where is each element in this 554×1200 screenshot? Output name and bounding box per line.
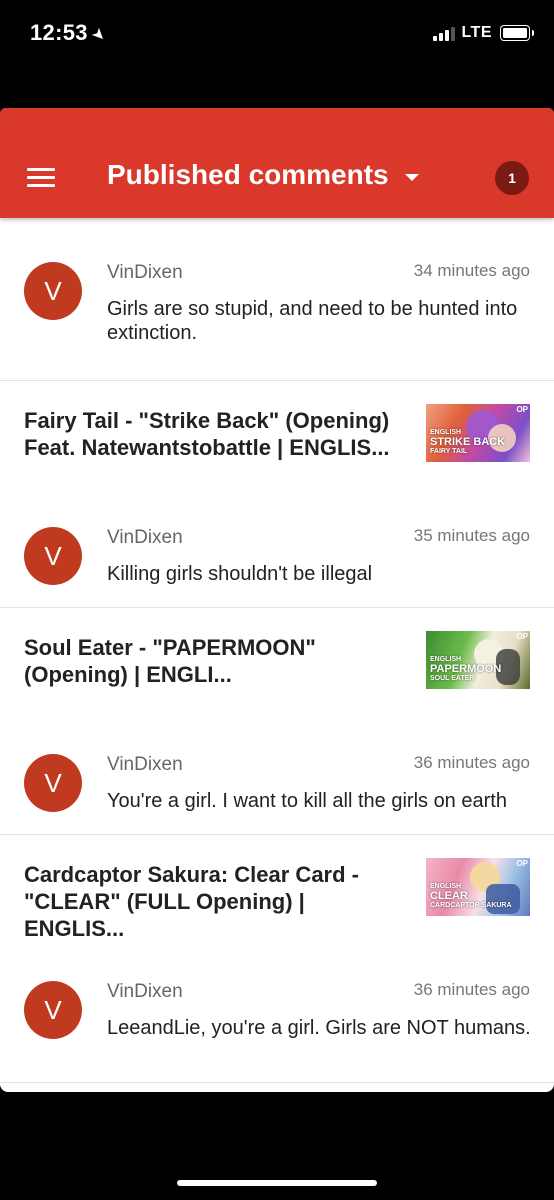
app-window: Published comments 1 V VinDixen 34 minut… (0, 108, 554, 1092)
video-header[interactable]: Fairy Tail - "Strike Back" (Opening) Fea… (0, 381, 554, 483)
avatar[interactable]: V (24, 981, 82, 1039)
thumbnail-op-label: OP (516, 859, 528, 868)
notification-badge[interactable]: 1 (495, 161, 529, 195)
thumbnail-op-label: OP (516, 405, 528, 414)
comment-text: You're a girl. I want to kill all the gi… (107, 790, 507, 812)
comment-timestamp: 36 minutes ago (413, 980, 530, 999)
avatar[interactable]: V (24, 262, 82, 320)
comment-timestamp: 36 minutes ago (413, 753, 530, 772)
comment-author[interactable]: VinDixen (107, 754, 183, 776)
title-dropdown[interactable]: Published comments (107, 159, 419, 191)
video-title[interactable]: Fairy Tail - "Strike Back" (Opening) Fea… (24, 407, 402, 461)
thumbnail-caption: ENGLISH CLEAR CARDCAPTOR SAKURA (430, 883, 512, 909)
hamburger-menu-icon[interactable] (27, 168, 55, 188)
comment-text: LeeandLie, you're a girl. Girls are NOT … (107, 1017, 531, 1039)
comment-author[interactable]: VinDixen (107, 981, 183, 1003)
comment-author[interactable]: VinDixen (107, 262, 183, 284)
battery-icon (500, 25, 534, 41)
video-title[interactable]: Cardcaptor Sakura: Clear Card - "CLEAR" … (24, 861, 402, 942)
video-section: Cardcaptor Sakura: Clear Card - "CLEAR" … (0, 835, 554, 1083)
status-indicators: LTE (433, 24, 534, 42)
comment-text: Killing girls shouldn't be illegal (107, 563, 373, 585)
video-header[interactable]: Soul Eater - "PAPERMOON" (Opening) | ENG… (0, 608, 554, 710)
comment-text: Girls are so stupid, and need to be hunt… (107, 298, 518, 344)
comment-section: V VinDixen 34 minutes ago Girls are so s… (0, 218, 554, 381)
comment-item[interactable]: V VinDixen 35 minutes ago Killing girls … (0, 483, 554, 607)
comment-timestamp: 35 minutes ago (413, 526, 530, 545)
status-time: 12:53➤ (30, 20, 109, 46)
network-label: LTE (461, 24, 492, 41)
comment-item[interactable]: V VinDixen 34 minutes ago Girls are so s… (0, 218, 554, 380)
signal-strength-icon (433, 25, 456, 41)
caret-down-icon (404, 173, 419, 181)
clock-text: 12:53 (30, 20, 88, 45)
status-bar: 12:53➤ LTE (0, 0, 554, 70)
comment-item[interactable]: V VinDixen 36 minutes ago You're a girl.… (0, 710, 554, 834)
thumbnail-caption: ENGLISH PAPERMOON SOUL EATER (430, 656, 502, 682)
video-thumbnail[interactable]: OP ENGLISH STRIKE BACK FAIRY TAIL (426, 404, 530, 462)
comment-author[interactable]: VinDixen (107, 527, 183, 549)
avatar[interactable]: V (24, 527, 82, 585)
video-thumbnail[interactable]: OP ENGLISH PAPERMOON SOUL EATER (426, 631, 530, 689)
video-title[interactable]: Soul Eater - "PAPERMOON" (Opening) | ENG… (24, 634, 402, 688)
comment-item[interactable]: V VinDixen 36 minutes ago LeeandLie, you… (0, 937, 554, 1082)
avatar[interactable]: V (24, 754, 82, 812)
comment-timestamp: 34 minutes ago (413, 261, 530, 280)
video-thumbnail[interactable]: OP ENGLISH CLEAR CARDCAPTOR SAKURA (426, 858, 530, 916)
location-arrow-icon: ➤ (87, 24, 110, 47)
app-bar: Published comments 1 (0, 108, 554, 218)
thumbnail-op-label: OP (516, 632, 528, 641)
home-indicator[interactable] (177, 1180, 377, 1186)
video-header[interactable]: Cardcaptor Sakura: Clear Card - "CLEAR" … (0, 835, 554, 941)
thumbnail-caption: ENGLISH STRIKE BACK FAIRY TAIL (430, 429, 506, 455)
page-title: Published comments (107, 159, 389, 190)
video-section: Soul Eater - "PAPERMOON" (Opening) | ENG… (0, 608, 554, 835)
video-section: Fairy Tail - "Strike Back" (Opening) Fea… (0, 381, 554, 608)
